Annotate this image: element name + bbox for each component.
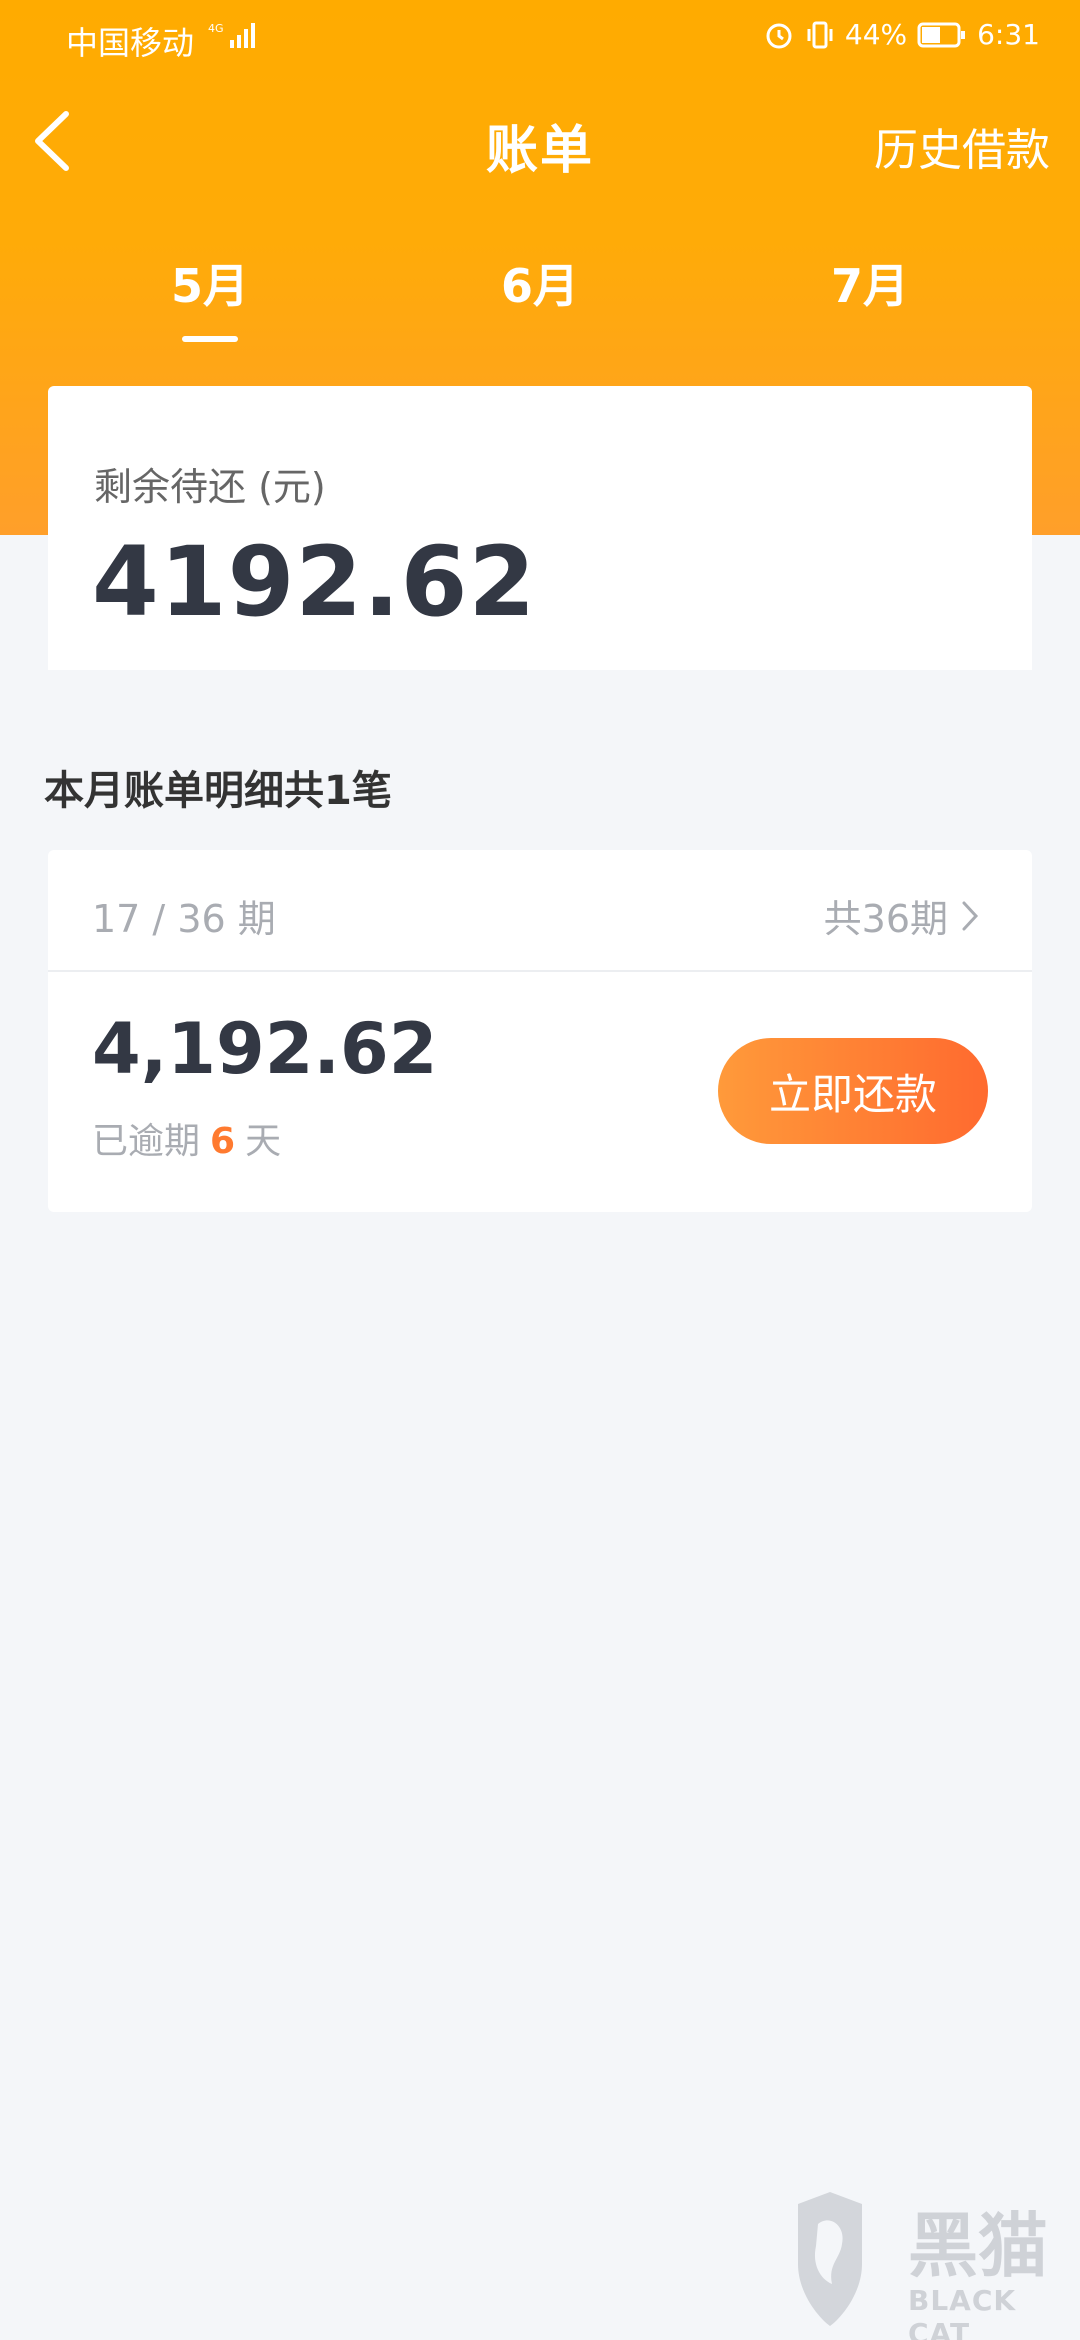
status-right: 44% 6:31 <box>763 18 1040 51</box>
tab-june[interactable]: 6月 <box>450 250 630 316</box>
network-type: 4G <box>208 22 224 35</box>
tab-selected-indicator <box>182 336 238 342</box>
overdue-days: 6 <box>210 1121 236 1162</box>
signal-icon: 4G <box>208 22 255 48</box>
tab-may[interactable]: 5月 <box>120 250 300 316</box>
overdue-prefix: 已逾期 <box>92 1121 201 1162</box>
bill-period-row[interactable]: 17 / 36 期 共36期 <box>48 850 1032 972</box>
watermark-en: BLACK CAT <box>908 2284 1017 2340</box>
remaining-label: 剩余待还 (元) <box>94 465 326 509</box>
total-periods[interactable]: 共36期 <box>824 888 980 943</box>
remaining-amount: 4192.62 <box>92 526 537 638</box>
bill-amount: 4,192.62 <box>92 1008 438 1090</box>
section-title: 本月账单明细共1笔 <box>44 768 392 814</box>
bill-period: 17 / 36 期 <box>92 897 276 941</box>
battery-icon <box>917 22 966 47</box>
status-bar: 中国移动 4G 44% 6:31 <box>0 0 1080 75</box>
chevron-right-icon <box>962 901 979 930</box>
bill-card: 17 / 36 期 共36期 4,192.62 已逾期 6 天 立即还款 <box>48 850 1032 1212</box>
battery-percent: 44% <box>844 18 908 51</box>
total-periods-label: 共36期 <box>823 897 948 941</box>
month-tabs: 5月 6月 7月 <box>0 250 1080 350</box>
cat-logo-icon <box>798 2192 862 2326</box>
clock-time: 6:31 <box>977 18 1040 51</box>
alarm-icon <box>766 23 792 48</box>
overdue-suffix: 天 <box>245 1121 282 1162</box>
watermark: 黑猫 BLACK CAT <box>790 2184 1070 2340</box>
carrier-name: 中国移动 <box>66 24 195 62</box>
watermark-cn: 黑猫 <box>908 2205 1048 2287</box>
bill-page: 中国移动 4G 44% 6:31 账单 历史借款 5月 6月 7月 剩余待还 (… <box>0 0 1080 2340</box>
tab-july[interactable]: 7月 <box>780 250 960 316</box>
vibrate-icon <box>807 21 833 48</box>
history-loans-link[interactable]: 历史借款 <box>874 114 1050 178</box>
overdue-status: 已逾期 6 天 <box>92 1112 281 1164</box>
pay-now-button[interactable]: 立即还款 <box>718 1038 988 1144</box>
remaining-card: 剩余待还 (元) 4192.62 <box>48 386 1032 670</box>
nav-bar: 账单 历史借款 <box>0 80 1080 200</box>
